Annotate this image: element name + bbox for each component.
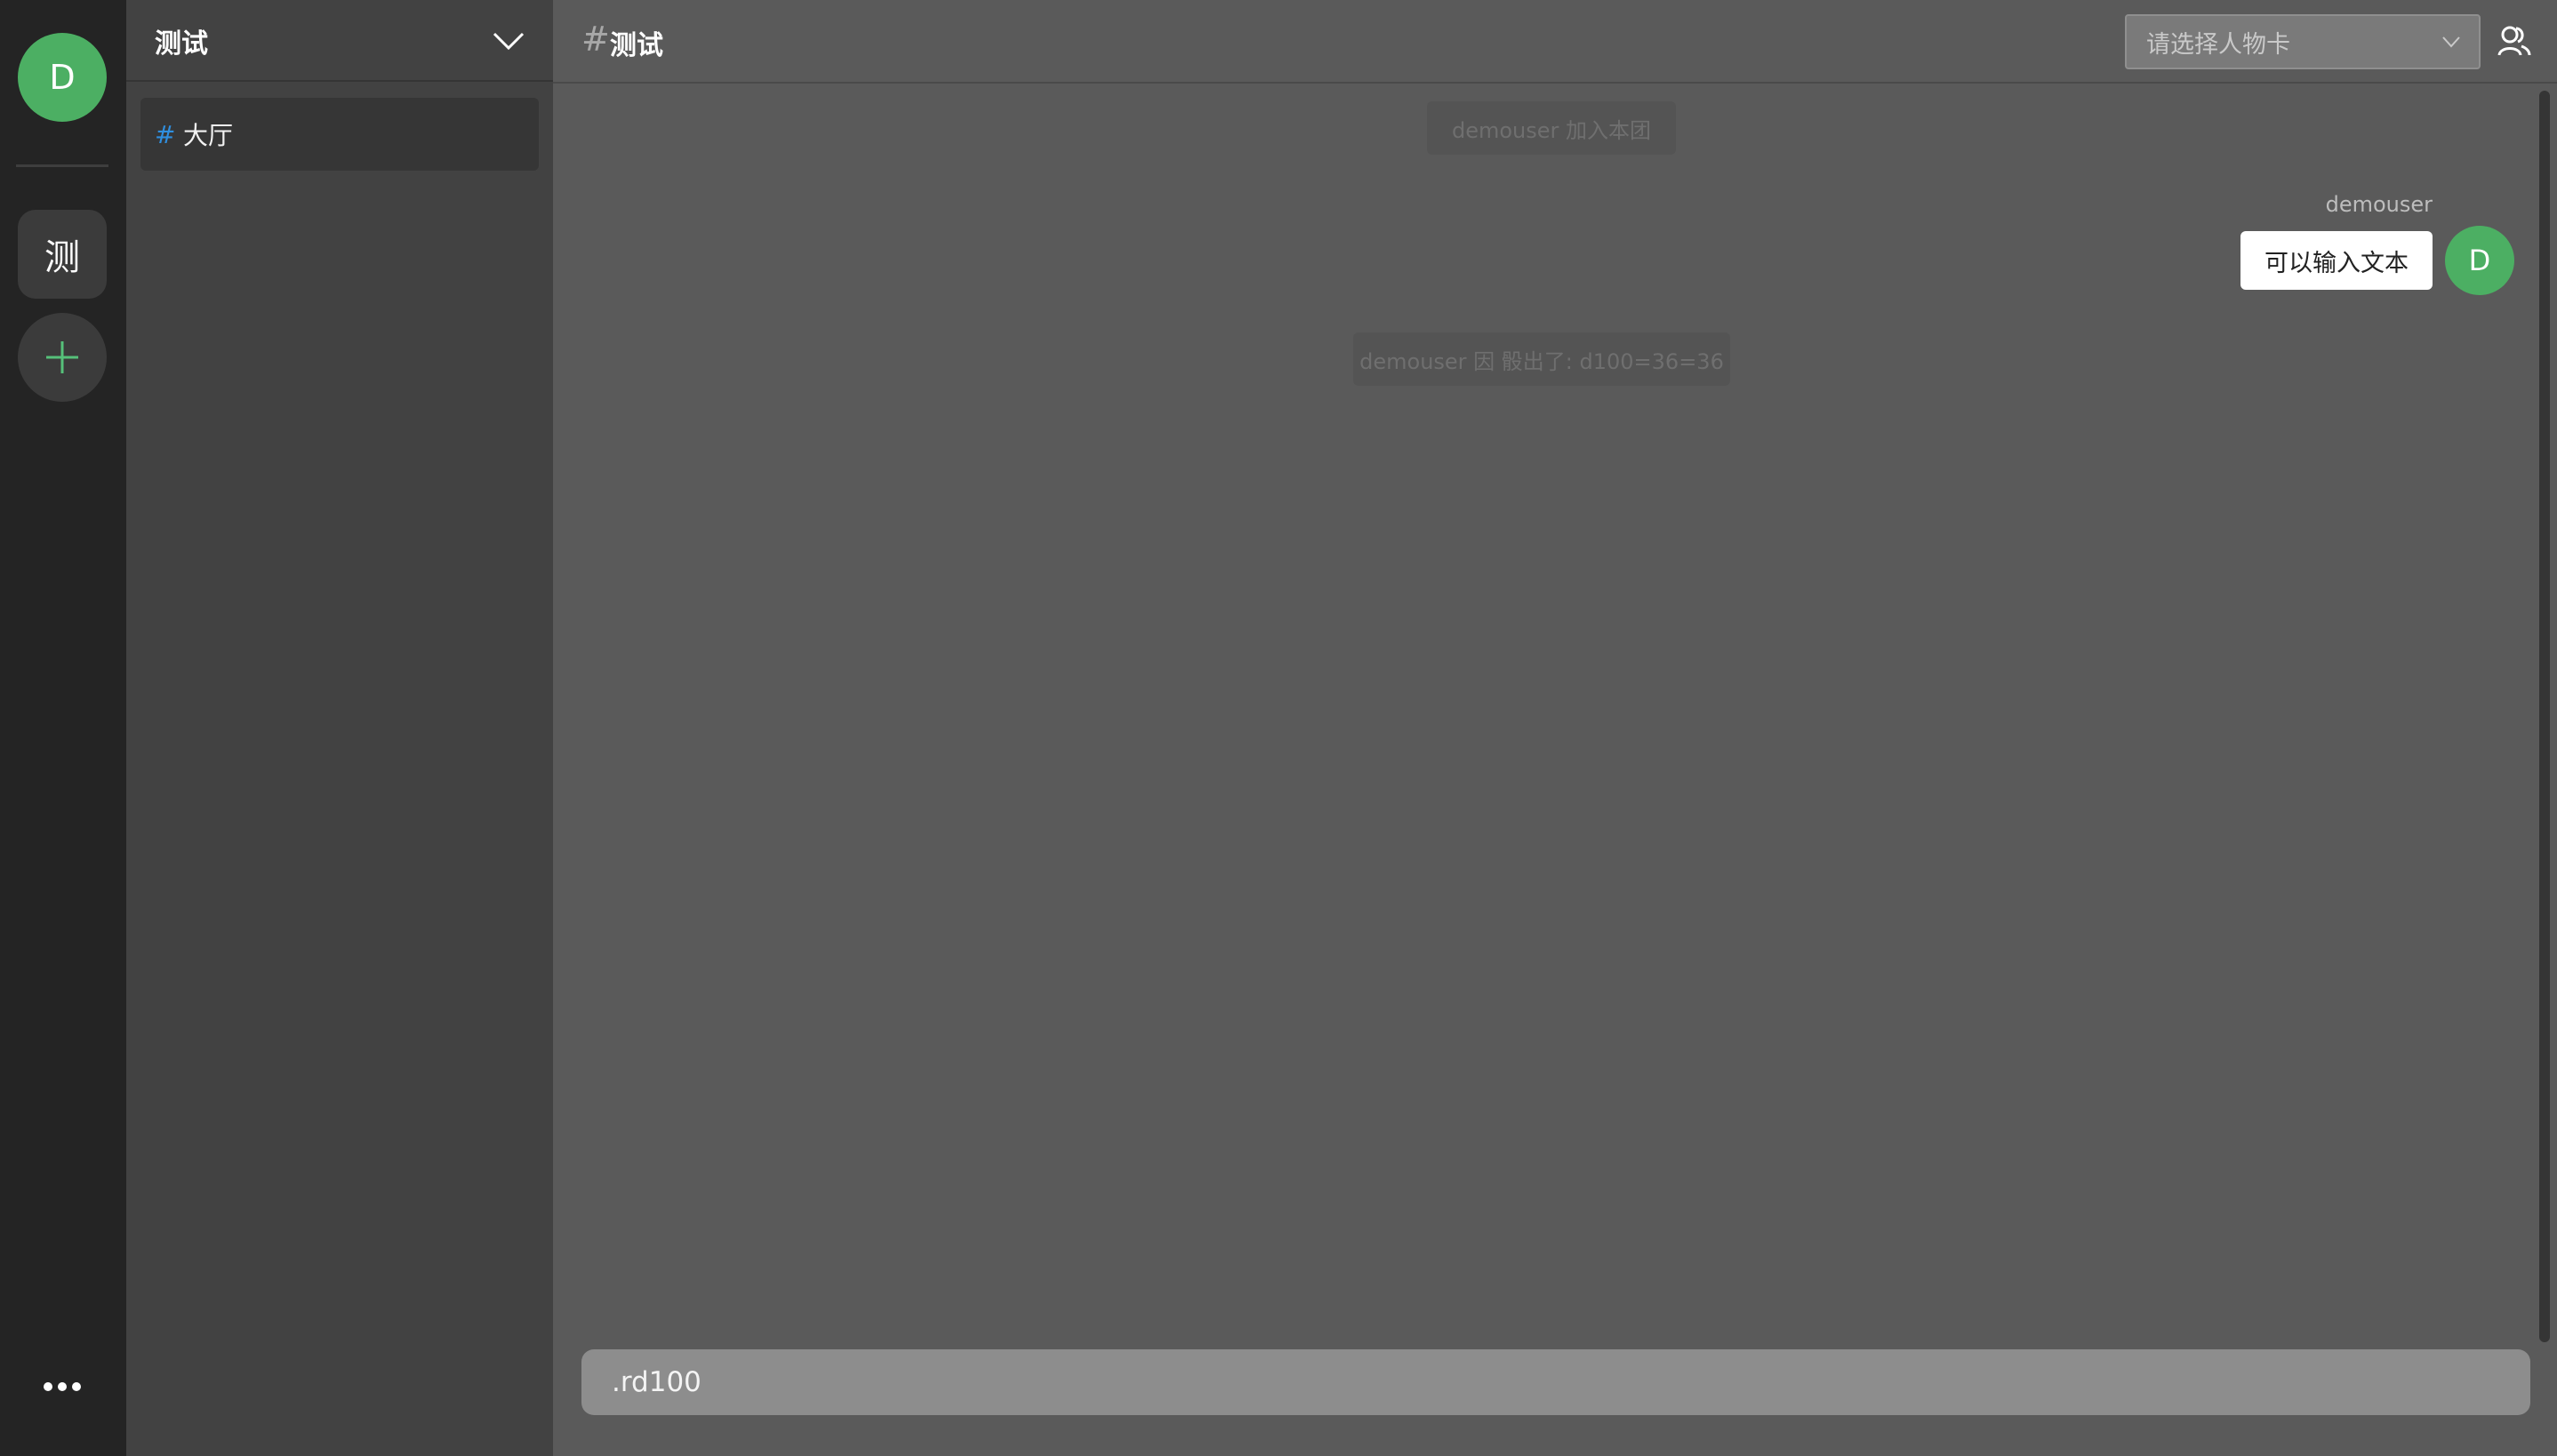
group-title: 测试 xyxy=(155,28,208,60)
scrollbar[interactable] xyxy=(2539,91,2550,1342)
hash-icon: # xyxy=(581,20,610,59)
system-message: demouser 加入本团 xyxy=(1427,101,1676,155)
more-button[interactable] xyxy=(36,1369,89,1404)
members-button[interactable] xyxy=(2493,20,2536,62)
group-header[interactable]: 测试 xyxy=(126,0,553,82)
rail-divider xyxy=(16,164,108,167)
character-card-placeholder: 请选择人物卡 xyxy=(2146,30,2290,59)
user-avatar[interactable]: D xyxy=(18,33,107,122)
channel-item-lobby[interactable]: # 大厅 xyxy=(140,98,539,171)
chevron-down-icon[interactable] xyxy=(491,23,526,59)
character-card-select[interactable]: 请选择人物卡 xyxy=(2125,14,2481,69)
add-group-button[interactable] xyxy=(18,313,107,402)
channel-panel: 测试 # 大厅 xyxy=(126,0,553,1456)
message-input[interactable] xyxy=(610,1365,2495,1399)
message-composer[interactable] xyxy=(581,1349,2530,1415)
plus-icon xyxy=(46,341,78,373)
hash-icon: # xyxy=(155,119,176,149)
chevron-down-icon xyxy=(2442,36,2460,48)
group-button[interactable]: 测 xyxy=(18,210,107,299)
ellipsis-icon xyxy=(44,1382,81,1391)
chat-main: # 测试 请选择人物卡 demouser 加入本团 demouser 可以输入文… xyxy=(553,0,2557,1456)
message-bubble[interactable]: 可以输入文本 xyxy=(2240,231,2433,290)
chat-topbar: # 测试 请选择人物卡 xyxy=(553,0,2557,84)
system-message: demouser 因 骰出了: d100=36=36 xyxy=(1353,332,1730,386)
avatar[interactable]: D xyxy=(2445,226,2514,295)
message-sender: demouser xyxy=(2325,192,2433,217)
server-rail: D 测 xyxy=(0,0,126,1456)
channel-label: 大厅 xyxy=(183,121,234,150)
chat-title: 测试 xyxy=(610,30,663,61)
members-icon xyxy=(2497,26,2531,56)
